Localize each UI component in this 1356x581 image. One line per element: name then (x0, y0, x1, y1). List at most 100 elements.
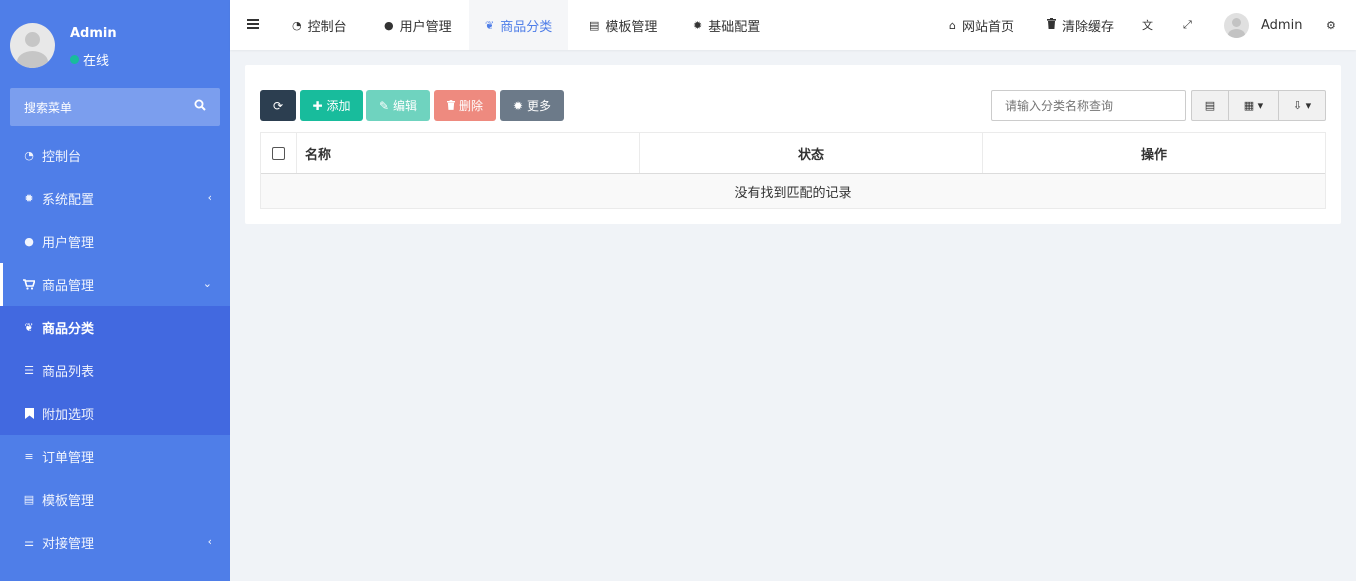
toggle-view-button[interactable]: ▤ (1191, 90, 1229, 121)
add-button[interactable]: ✚ 添加 (300, 90, 363, 121)
sidebar-item-label: 用户管理 (42, 236, 95, 251)
list-alt-icon: ▤ (1204, 99, 1216, 112)
sidebar-item-label: 商品列表 (42, 365, 95, 380)
dashboard-icon: ◔ (292, 18, 302, 32)
more-button-label: 更多 (527, 99, 552, 113)
grid-icon: ▦ ▾ (1243, 99, 1264, 112)
sidebar-item-dashboard[interactable]: ◔ 控制台 (0, 134, 230, 177)
trash-icon (446, 99, 455, 113)
language-button[interactable]: 文 (1142, 0, 1153, 50)
sidebar-search-input[interactable]: 搜索菜单 (10, 88, 220, 126)
delete-button[interactable]: 删除 (434, 90, 496, 121)
user-panel: Admin 在线 (0, 0, 230, 80)
tab-templates[interactable]: ▤ 模板管理 (589, 0, 657, 50)
sidebar-item-label: 模板管理 (42, 494, 95, 509)
clear-cache-button[interactable]: 清除缓存 (1047, 0, 1114, 50)
sidebar-toggle-button[interactable] (247, 0, 259, 50)
chevron-left-icon: ‹ (207, 535, 212, 548)
sidebar-item-label: 订单管理 (42, 451, 95, 466)
gear-icon: ✹ (512, 98, 524, 113)
hamburger-icon[interactable] (247, 18, 259, 33)
tab-label: 商品分类 (500, 19, 553, 35)
tab-basic-config[interactable]: ✹ 基础配置 (693, 0, 760, 50)
sidebar-search-placeholder: 搜索菜单 (24, 101, 73, 115)
gear-icon: ✹ (693, 18, 703, 32)
category-search-input[interactable] (991, 90, 1186, 121)
dashboard-icon: ◔ (24, 149, 34, 162)
home-link[interactable]: ⌂ 网站首页 (949, 0, 1014, 50)
settings-button[interactable]: ⚙ (1326, 0, 1336, 50)
sidebar-item-system-config[interactable]: ✹ 系统配置 ‹ (0, 177, 230, 220)
plus-icon: ✚ (312, 98, 323, 113)
sidebar-item-label: 商品分类 (42, 322, 95, 337)
sidebar-item-label: 对接管理 (42, 537, 95, 552)
home-icon: ⌂ (949, 18, 956, 32)
export-icon: ⇩ ▾ (1292, 99, 1312, 112)
tab-dashboard[interactable]: ◔ 控制台 (292, 0, 347, 50)
user-name: Admin (70, 26, 117, 41)
delete-button-label: 删除 (458, 99, 483, 113)
sidebar-item-orders[interactable]: ≡ 订单管理 (0, 435, 230, 478)
table-tools: ▤ ▦ ▾ ⇩ ▾ (1191, 90, 1326, 121)
user-status-label: 在线 (83, 54, 110, 69)
pencil-icon: ✎ (378, 98, 390, 113)
avatar (10, 23, 55, 68)
leaf-icon: ❦ (24, 321, 34, 334)
refresh-icon: ⟳ (272, 98, 284, 113)
table-header: 名称 状态 操作 (261, 133, 1325, 174)
column-header-actions: 操作 (1140, 147, 1167, 163)
sidebar-submenu-goods: ❦ 商品分类 ☰ 商品列表 附加选项 (0, 306, 230, 435)
home-link-label: 网站首页 (961, 19, 1014, 35)
tab-users[interactable]: ● 用户管理 (384, 0, 452, 50)
avatar (1224, 12, 1249, 38)
add-button-label: 添加 (326, 99, 351, 113)
more-button[interactable]: ✹ 更多 (500, 90, 564, 121)
chevron-down-icon: ⌄ (202, 277, 212, 290)
list-alt-icon: ▤ (23, 493, 35, 506)
sidebar-item-label: 系统配置 (42, 193, 95, 208)
search-icon[interactable] (194, 99, 206, 114)
gears-icon[interactable]: ⚙ (1326, 19, 1336, 32)
sidebar: Admin 在线 搜索菜单 ◔ 控制台 ✹ 系统配置 ‹ ● 用户管理 商品管理… (0, 0, 230, 581)
chevron-left-icon: ‹ (207, 191, 212, 204)
column-header-name[interactable]: 名称 (297, 133, 640, 173)
list-alt-icon: ▤ (589, 18, 600, 32)
sidebar-item-templates[interactable]: ▤ 模板管理 (0, 478, 230, 521)
admin-name: Admin (1261, 17, 1303, 33)
select-all-checkbox[interactable] (272, 146, 285, 160)
sidebar-item-integration[interactable]: ⚌ 对接管理 ‹ (0, 521, 230, 564)
tab-label: 模板管理 (605, 19, 658, 35)
gear-icon: ✹ (24, 192, 34, 205)
tab-label: 基础配置 (708, 19, 761, 35)
expand-icon[interactable]: ⤢ (1183, 18, 1192, 32)
sidebar-menu: ◔ 控制台 ✹ 系统配置 ‹ ● 用户管理 商品管理 ⌄ ❦ 商品分类 ☰ 商品… (0, 134, 230, 564)
cart-icon (22, 279, 36, 290)
export-button[interactable]: ⇩ ▾ (1278, 90, 1326, 121)
tab-label: 控制台 (307, 19, 347, 35)
trash-icon (1047, 18, 1056, 32)
sidebar-item-users[interactable]: ● 用户管理 (0, 220, 230, 263)
sidebar-item-goods-category[interactable]: ❦ 商品分类 (0, 306, 230, 349)
user-status: 在线 (70, 50, 109, 69)
sidebar-item-goods[interactable]: 商品管理 ⌄ (0, 263, 230, 306)
translate-icon[interactable]: 文 (1142, 17, 1153, 33)
bookmark-icon (22, 408, 36, 419)
column-header-status[interactable]: 状态 (640, 133, 983, 173)
tab-goods-category[interactable]: ❦ 商品分类 (469, 0, 569, 50)
select-all-checkbox-cell (261, 133, 297, 173)
user-icon: ● (384, 18, 394, 32)
admin-menu[interactable]: Admin (1224, 0, 1302, 50)
edit-button-label: 编辑 (393, 99, 418, 113)
sidebar-item-label: 商品管理 (42, 279, 95, 294)
refresh-button[interactable]: ⟳ (260, 90, 296, 121)
top-navbar: ◔ 控制台 ● 用户管理 ❦ 商品分类 ▤ 模板管理 ✹ 基础配置 ⌂ 网站首页… (230, 0, 1356, 50)
clear-cache-label: 清除缓存 (1062, 19, 1115, 35)
sidebar-item-goods-list[interactable]: ☰ 商品列表 (0, 349, 230, 392)
sidebar-item-extra-options[interactable]: 附加选项 (0, 392, 230, 435)
tab-label: 用户管理 (399, 19, 452, 35)
fullscreen-button[interactable]: ⤢ (1183, 0, 1192, 50)
empty-table-row: 没有找到匹配的记录 (261, 174, 1325, 208)
edit-button[interactable]: ✎ 编辑 (366, 90, 430, 121)
user-icon: ● (24, 235, 34, 248)
columns-button[interactable]: ▦ ▾ (1228, 90, 1279, 121)
